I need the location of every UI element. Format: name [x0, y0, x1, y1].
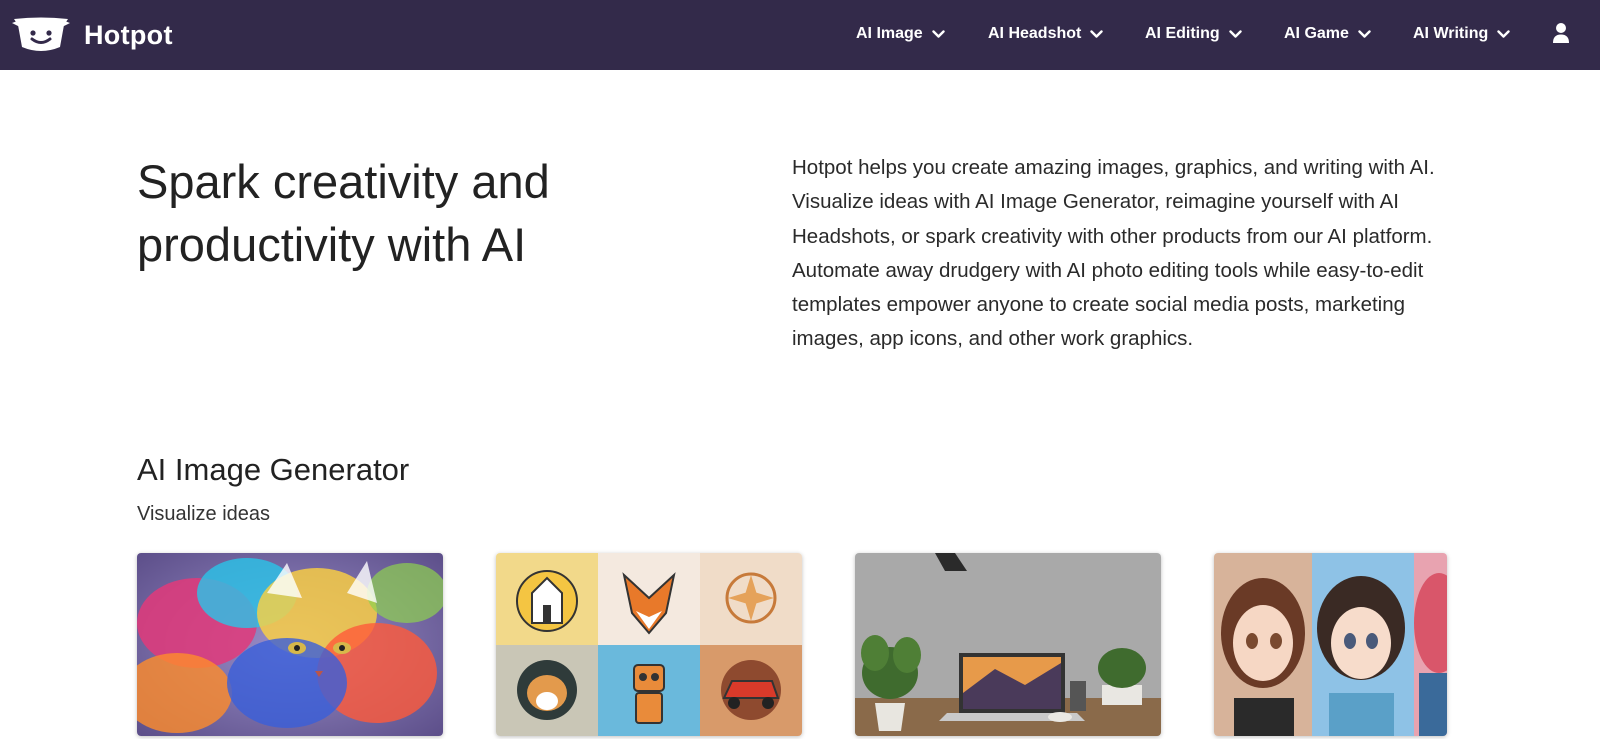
nav-ai-writing[interactable]: AI Writing	[1413, 22, 1510, 46]
nav-ai-headshot-label: AI Headshot	[988, 25, 1082, 42]
nav-ai-game-label: AI Game	[1284, 25, 1349, 42]
brand-home-link[interactable]: Hotpot	[12, 14, 173, 56]
card-colorful-smoke-cat[interactable]	[137, 553, 443, 736]
nav-ai-image-label: AI Image	[856, 25, 923, 42]
nav-ai-editing[interactable]: AI Editing	[1145, 22, 1242, 46]
colorful-cat-image	[137, 553, 443, 736]
card-logo-icon-grid[interactable]	[496, 553, 802, 736]
section-subtitle: Visualize ideas	[137, 503, 271, 525]
card-laptop-desk[interactable]	[855, 553, 1161, 736]
brand-name: Hotpot	[84, 19, 173, 50]
user-icon[interactable]	[1552, 22, 1570, 44]
top-navbar: Hotpot AI Image AI Headshot AI Editing A…	[0, 0, 1600, 70]
anime-portraits-image	[1214, 553, 1447, 736]
chevron-down-icon	[1497, 29, 1510, 38]
chevron-down-icon	[1090, 29, 1104, 38]
chevron-down-icon	[931, 29, 945, 38]
laptop-desk-image	[855, 553, 1161, 736]
chevron-down-icon	[1228, 29, 1242, 38]
hero-title: Spark creativity and productivity with A…	[137, 155, 550, 271]
hotpot-logo-icon	[12, 17, 70, 51]
nav-ai-editing-label: AI Editing	[1145, 25, 1220, 42]
nav-ai-image[interactable]: AI Image	[856, 22, 945, 46]
nav-ai-writing-label: AI Writing	[1413, 25, 1489, 42]
chevron-down-icon	[1358, 29, 1371, 38]
section-title: AI Image Generator	[137, 452, 410, 487]
card-anime-portraits[interactable]	[1214, 553, 1447, 736]
nav-ai-game[interactable]: AI Game	[1284, 22, 1371, 46]
nav-ai-headshot[interactable]: AI Headshot	[988, 22, 1104, 46]
logo-grid-image	[496, 553, 802, 736]
hero-description: Hotpot helps you create amazing images, …	[792, 156, 1435, 351]
